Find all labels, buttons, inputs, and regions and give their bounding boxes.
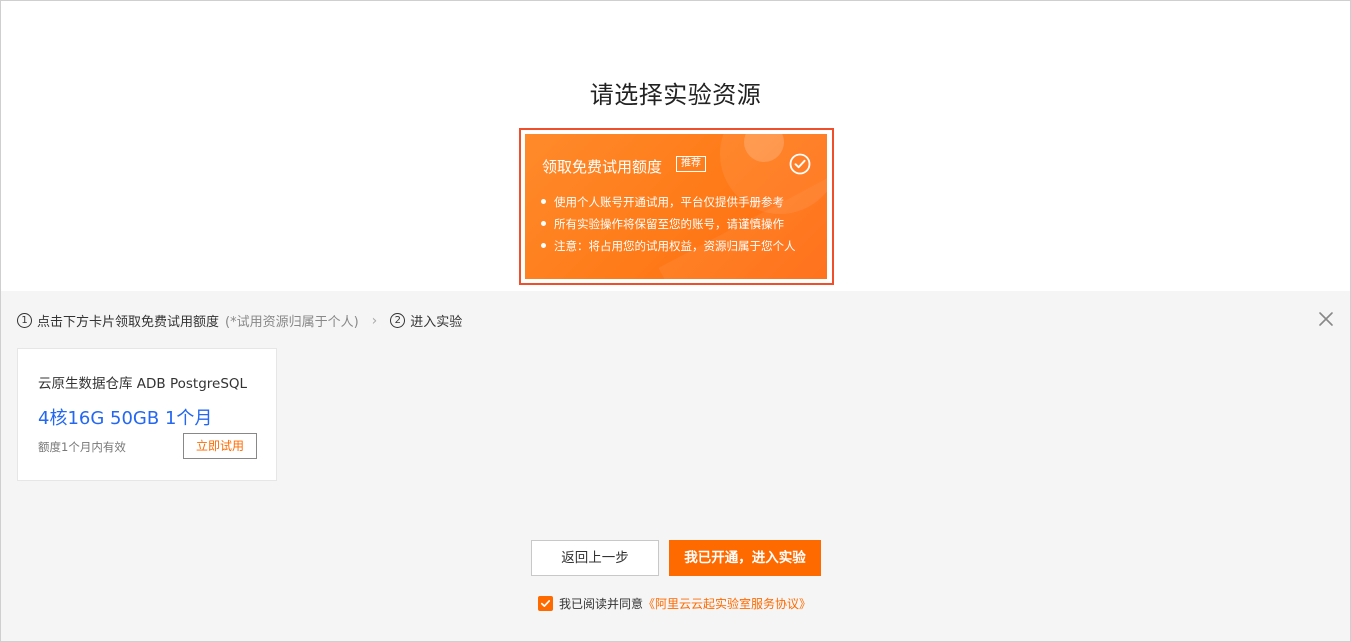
trial-panel: 1 点击下方卡片领取免费试用额度 (*试用资源归属于个人) › 2 进入实验 云…: [1, 291, 1350, 641]
resource-card[interactable]: 云原生数据仓库 ADB PostgreSQL 4核16G 50GB 1个月 额度…: [17, 348, 277, 481]
resource-validity: 额度1个月内有效: [38, 440, 126, 454]
recommend-badge: 推荐: [676, 156, 706, 172]
agreement-checkbox[interactable]: [538, 596, 553, 611]
try-now-button[interactable]: 立即试用: [183, 433, 257, 459]
agreement-link[interactable]: 《阿里云云起实验室服务协议》: [643, 595, 811, 612]
step2-label: 进入实验: [410, 315, 463, 330]
free-card-features: 使用个人账号开通试用，平台仅提供手册参考 所有实验操作将保留至您的账号，请谨慎操…: [541, 191, 796, 257]
feature-item: 注意：将占用您的试用权益，资源归属于您个人: [541, 235, 796, 257]
checkmark-icon: [540, 600, 551, 607]
feature-item: 使用个人账号开通试用，平台仅提供手册参考: [541, 191, 796, 213]
check-circle-icon: [789, 153, 811, 175]
free-trial-option-card[interactable]: 领取免费试用额度 推荐 使用个人账号开通试用，平台仅提供手册参考 所有实验操作将…: [525, 134, 827, 279]
free-card-title: 领取免费试用额度: [542, 158, 663, 176]
step-indicator: 1 点击下方卡片领取免费试用额度 (*试用资源归属于个人) › 2 进入实验: [17, 311, 462, 330]
close-icon[interactable]: [1317, 310, 1335, 328]
resource-name: 云原生数据仓库 ADB PostgreSQL: [38, 376, 248, 392]
agreement-row: 我已阅读并同意 《阿里云云起实验室服务协议》: [538, 595, 811, 612]
chevron-right-icon: ›: [371, 312, 378, 329]
step-number: 1: [17, 313, 32, 328]
step1-hint: (*试用资源归属于个人): [225, 315, 359, 330]
step-number: 2: [390, 313, 406, 328]
enter-lab-button[interactable]: 我已开通，进入实验: [669, 540, 821, 576]
feature-item: 所有实验操作将保留至您的账号，请谨慎操作: [541, 213, 796, 235]
page-title: 请选择实验资源: [589, 81, 762, 109]
back-button[interactable]: 返回上一步: [531, 540, 659, 576]
step1-label: 点击下方卡片领取免费试用额度: [37, 315, 220, 330]
agreement-text: 我已阅读并同意: [559, 597, 644, 611]
resource-spec: 4核16G 50GB 1个月: [38, 408, 213, 429]
